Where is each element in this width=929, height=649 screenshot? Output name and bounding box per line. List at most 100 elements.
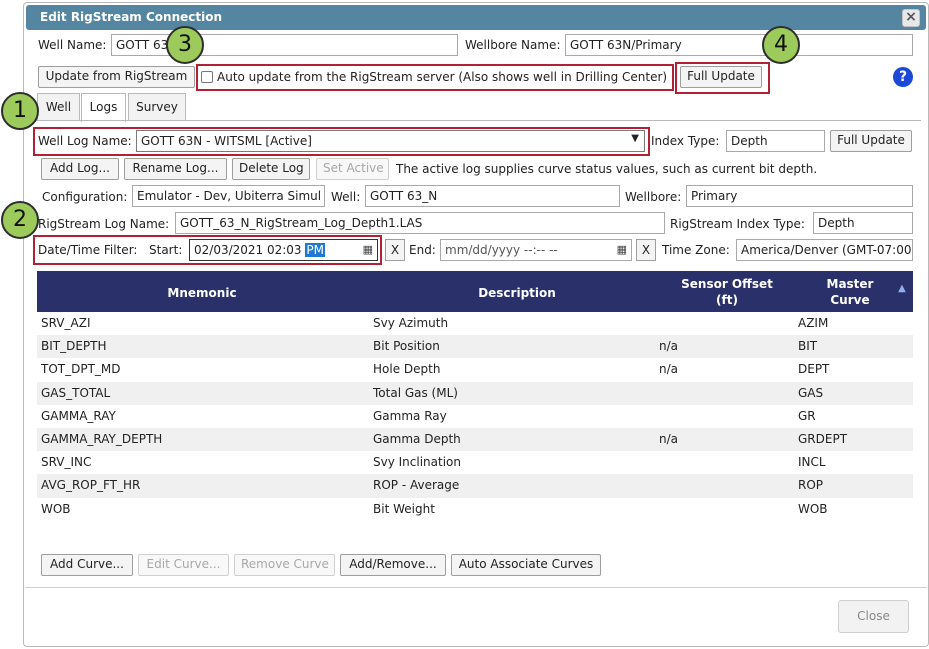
cell-master-curve: ROP xyxy=(798,478,824,493)
sort-ascending-icon[interactable]: ▲ xyxy=(895,281,909,297)
configuration-input[interactable]: Emulator - Dev, Ubiterra Simul xyxy=(132,185,325,207)
cell-mnemonic: TOT_DPT_MD xyxy=(41,362,121,377)
table-row[interactable]: GAMMA_RAY_DEPTH Gamma Depth n/a GRDEPT xyxy=(37,427,913,452)
wellbore-name-label: Wellbore Name: xyxy=(465,38,561,52)
cell-sensor-offset: n/a xyxy=(659,431,679,446)
end-label: End: xyxy=(409,243,436,257)
cell-description: Bit Position xyxy=(373,339,440,354)
active-log-note: The active log supplies curve status val… xyxy=(396,162,818,176)
table-row[interactable]: GAMMA_RAY Gamma Ray GR xyxy=(37,405,913,428)
cell-sensor-offset: n/a xyxy=(659,362,679,377)
column-header-master-curve[interactable]: Master Curve xyxy=(815,276,885,308)
update-from-rigstream-button[interactable]: Update from RigStream xyxy=(38,66,195,88)
help-icon[interactable]: ? xyxy=(893,67,913,87)
table-row[interactable]: SRV_AZI Svy Azimuth AZIM xyxy=(37,312,913,335)
table-row[interactable]: TOT_DPT_MD Hole Depth n/a DEPT xyxy=(37,358,913,381)
dialog-title: Edit RigStream Connection xyxy=(40,10,222,24)
table-row[interactable]: SRV_INC Svy Inclination INCL xyxy=(37,451,913,474)
cell-master-curve: BIT xyxy=(798,339,818,354)
well-label: Well: xyxy=(331,190,361,204)
rigstream-index-type-input[interactable]: Depth xyxy=(813,212,913,234)
clear-start-button[interactable]: X xyxy=(385,239,405,261)
column-header-mnemonic[interactable]: Mnemonic xyxy=(147,285,257,301)
close-button[interactable]: Close xyxy=(838,600,909,633)
edit-curve-button[interactable]: Edit Curve... xyxy=(138,554,229,576)
cell-mnemonic: WOB xyxy=(41,501,71,516)
close-icon[interactable]: × xyxy=(902,9,920,27)
time-zone-label: Time Zone: xyxy=(662,243,730,257)
cell-master-curve: DEPT xyxy=(798,362,830,377)
table-row[interactable]: BIT_DEPTH Bit Position n/a BIT xyxy=(37,335,913,359)
cell-description: Bit Weight xyxy=(373,501,435,516)
add-log-button[interactable]: Add Log... xyxy=(41,158,119,180)
curves-table-body: SRV_AZI Svy Azimuth AZIM BIT_DEPTH Bit P… xyxy=(37,312,913,521)
cell-description: ROP - Average xyxy=(373,478,460,493)
cell-master-curve: GRDEPT xyxy=(798,431,848,446)
auto-update-highlight xyxy=(196,64,674,91)
cell-master-curve: INCL xyxy=(798,455,826,470)
set-active-button[interactable]: Set Active xyxy=(316,158,389,180)
end-datetime-placeholder: mm/dd/yyyy --:-- -- xyxy=(445,243,558,257)
cell-mnemonic: GAS_TOTAL xyxy=(41,385,111,400)
cell-mnemonic: GAMMA_RAY_DEPTH xyxy=(41,431,163,446)
column-header-description[interactable]: Description xyxy=(457,285,577,301)
calendar-icon[interactable]: ▦ xyxy=(617,243,627,256)
callout-3-badge: 3 xyxy=(166,26,204,64)
date-time-filter-highlight xyxy=(33,235,382,265)
time-zone-input[interactable]: America/Denver (GMT-07:00) xyxy=(736,239,913,261)
end-datetime-input[interactable]: mm/dd/yyyy --:-- -- ▦ xyxy=(440,239,632,261)
cell-description: Gamma Depth xyxy=(373,431,461,446)
cell-master-curve: WOB xyxy=(798,501,828,516)
rigstream-index-type-label: RigStream Index Type: xyxy=(670,217,805,231)
wellbore-label: Wellbore: xyxy=(625,190,682,204)
cell-description: Gamma Ray xyxy=(373,408,447,423)
cell-mnemonic: GAMMA_RAY xyxy=(41,408,116,423)
tab-well[interactable]: Well xyxy=(37,93,80,121)
cell-sensor-offset: n/a xyxy=(659,339,679,354)
table-row[interactable]: AVG_ROP_FT_HR ROP - Average ROP xyxy=(37,474,913,498)
curves-table-header: Mnemonic Description Sensor Offset (ft) … xyxy=(37,271,913,312)
cell-master-curve: GAS xyxy=(798,385,824,400)
wellbore-name-input[interactable]: GOTT 63N/Primary xyxy=(565,34,913,56)
clear-end-button[interactable]: X xyxy=(636,239,656,261)
table-row[interactable]: GAS_TOTAL Total Gas (ML) GAS xyxy=(37,381,913,405)
cell-master-curve: GR xyxy=(798,408,816,423)
table-row[interactable]: WOB Bit Weight WOB xyxy=(37,498,913,521)
well-name-label: Well Name: xyxy=(38,38,107,52)
callout-2-badge: 2 xyxy=(1,201,39,239)
cell-mnemonic: AVG_ROP_FT_HR xyxy=(41,478,141,493)
add-remove-curves-button[interactable]: Add/Remove... xyxy=(340,554,446,576)
delete-log-button[interactable]: Delete Log xyxy=(232,158,310,180)
well-input[interactable]: GOTT 63_N xyxy=(365,185,620,207)
rigstream-log-name-label: RigStream Log Name: xyxy=(38,217,170,231)
column-header-sensor-offset[interactable]: Sensor Offset (ft) xyxy=(677,276,777,308)
tab-survey[interactable]: Survey xyxy=(128,93,186,121)
cell-description: Total Gas (ML) xyxy=(373,385,458,400)
cell-mnemonic: SRV_AZI xyxy=(41,316,91,330)
index-type-input[interactable]: Depth xyxy=(726,130,825,152)
wellbore-input[interactable]: Primary xyxy=(686,185,913,207)
well-name-input[interactable]: GOTT 63 xyxy=(111,34,458,56)
cell-description: Hole Depth xyxy=(373,362,441,377)
cell-master-curve: AZIM xyxy=(798,316,829,330)
dialog-titlebar[interactable]: Edit RigStream Connection × xyxy=(26,5,926,30)
cell-mnemonic: SRV_INC xyxy=(41,455,92,470)
cell-mnemonic: BIT_DEPTH xyxy=(41,339,107,354)
tab-divider xyxy=(12,120,921,121)
logs-full-update-button[interactable]: Full Update xyxy=(830,130,912,152)
index-type-label: Index Type: xyxy=(651,134,720,148)
footer-divider xyxy=(25,587,927,588)
callout-4-badge: 4 xyxy=(762,26,800,64)
auto-associate-curves-button[interactable]: Auto Associate Curves xyxy=(451,554,601,576)
well-log-name-highlight xyxy=(33,127,650,156)
tab-logs[interactable]: Logs xyxy=(81,93,126,122)
rigstream-log-name-input[interactable]: GOTT_63_N_RigStream_Log_Depth1.LAS xyxy=(175,212,665,234)
rename-log-button[interactable]: Rename Log... xyxy=(124,158,227,180)
add-curve-button[interactable]: Add Curve... xyxy=(41,554,133,576)
remove-curve-button[interactable]: Remove Curve xyxy=(234,554,335,576)
callout-1-badge: 1 xyxy=(1,92,39,130)
cell-description: Svy Inclination xyxy=(373,455,461,470)
full-update-highlight xyxy=(675,62,770,94)
cell-description: Svy Azimuth xyxy=(373,316,449,330)
configuration-label: Configuration: xyxy=(42,190,128,204)
